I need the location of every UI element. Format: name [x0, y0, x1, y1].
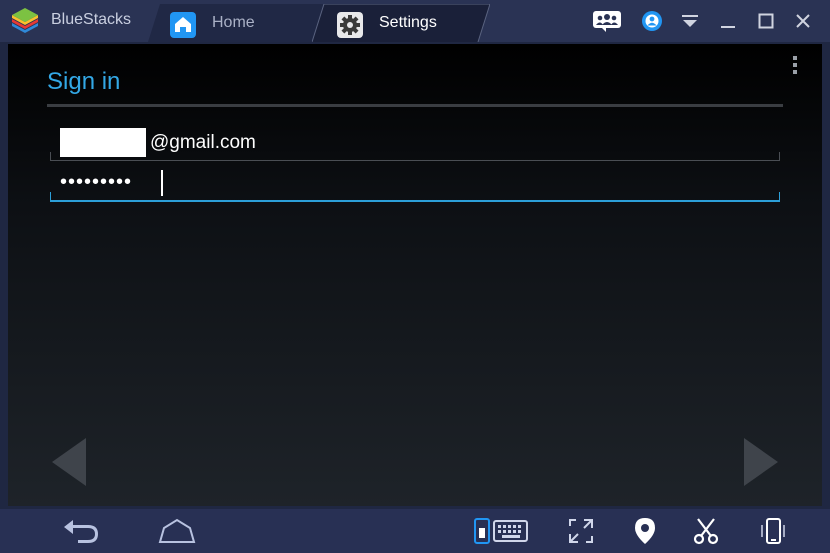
- maximize-button[interactable]: [753, 8, 779, 34]
- multi-instance-icon: [593, 11, 621, 32]
- back-icon: [64, 520, 98, 543]
- field-cap-right: [779, 152, 780, 160]
- minimize-button[interactable]: [715, 8, 741, 34]
- email-domain-suffix: @gmail.com: [150, 132, 256, 153]
- minimize-icon: [721, 26, 735, 28]
- keymap-icon: [474, 518, 528, 544]
- text-caret: [161, 170, 163, 196]
- previous-arrow-icon[interactable]: [50, 436, 90, 488]
- tab-home[interactable]: Home: [148, 4, 328, 42]
- password-mask: •••••••••: [60, 171, 133, 193]
- screenshot-scissors-icon: [693, 518, 719, 545]
- fullscreen-icon: [569, 519, 593, 543]
- screenshot-button[interactable]: [690, 515, 722, 547]
- close-icon: [796, 14, 810, 28]
- home-icon: [170, 12, 196, 38]
- account-icon: [642, 11, 662, 31]
- title-divider: [47, 104, 783, 107]
- overflow-menu-icon[interactable]: [792, 56, 798, 76]
- title-bar: BlueStacks Home Settings: [0, 0, 830, 42]
- field-cap-right: [779, 192, 780, 200]
- email-field[interactable]: @gmail.com: [50, 124, 780, 161]
- page-title: Sign in: [47, 68, 121, 95]
- multi-instance-button[interactable]: [592, 8, 622, 34]
- menu-dropdown-button[interactable]: [677, 8, 703, 34]
- fullscreen-button[interactable]: [565, 515, 597, 547]
- app-name: BlueStacks: [51, 11, 132, 28]
- back-button[interactable]: [58, 515, 102, 547]
- bottom-toolbar: [0, 509, 830, 553]
- next-arrow-icon[interactable]: [740, 436, 780, 488]
- location-button[interactable]: [630, 515, 660, 547]
- field-cap-left: [50, 192, 51, 200]
- location-icon: [635, 518, 655, 544]
- tab-settings[interactable]: Settings: [312, 4, 490, 42]
- bluestacks-logo-icon: [12, 8, 38, 33]
- menu-dropdown-icon: [682, 15, 698, 27]
- gear-icon: [337, 12, 363, 38]
- account-button[interactable]: [639, 8, 665, 34]
- redacted-username: [60, 128, 146, 157]
- rotate-device-icon: [761, 518, 785, 544]
- tab-settings-label: Settings: [379, 14, 437, 31]
- rotate-device-button[interactable]: [757, 515, 789, 547]
- home-nav-icon: [158, 518, 196, 543]
- android-screen: Sign in @gmail.com •••••••••: [8, 44, 822, 506]
- field-cap-left: [50, 152, 51, 160]
- keymap-button[interactable]: [472, 515, 530, 547]
- close-button[interactable]: [790, 8, 816, 34]
- tab-home-label: Home: [212, 14, 255, 31]
- password-field[interactable]: •••••••••: [50, 168, 780, 202]
- home-nav-button[interactable]: [155, 515, 199, 547]
- maximize-icon: [758, 13, 774, 29]
